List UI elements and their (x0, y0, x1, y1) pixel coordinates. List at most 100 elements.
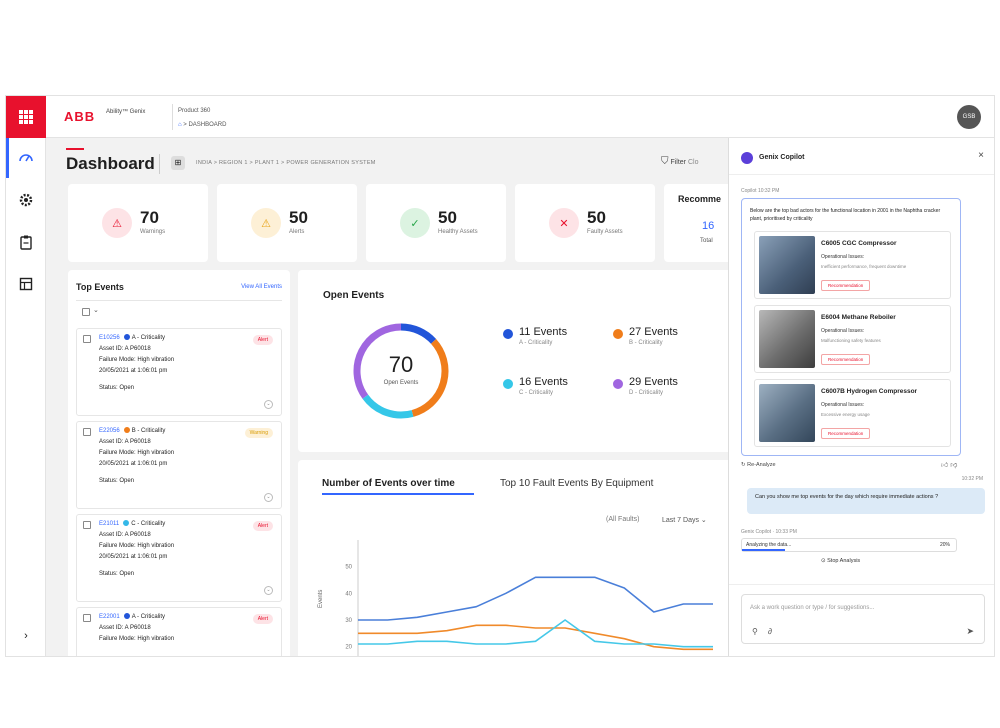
event-status: Status: Open (99, 385, 135, 391)
y-tick-label: 40 (345, 591, 352, 597)
kpi-card-recommendations[interactable]: Recomme 16 Total (664, 184, 734, 262)
event-id-link[interactable]: E21011 (99, 521, 119, 527)
sidebar-item-settings[interactable] (16, 190, 36, 210)
recommendation-card[interactable]: E6004 Methane Reboiler Operational Issue… (754, 305, 951, 373)
stop-analysis-label: Stop Analysis (827, 558, 861, 564)
recommendation-button[interactable]: Recommendation (821, 428, 871, 439)
y-tick-label: 20 (345, 645, 352, 651)
close-icon[interactable]: × (978, 150, 984, 161)
legend-dot (613, 379, 623, 389)
home-icon[interactable]: ⌂ (178, 122, 182, 128)
kpi-card-alerts[interactable]: ⚠ 50 Alerts (217, 184, 357, 262)
reanalyze-label: Re-Analyze (747, 462, 776, 468)
event-failure: Failure Mode: High vibration (99, 357, 175, 363)
donut-slice-3[interactable] (362, 394, 414, 419)
kpi-label: Warnings (140, 229, 166, 235)
kpi-card-warnings[interactable]: ⚠ 70 Warnings (68, 184, 208, 262)
kpi-card-healthy-assets[interactable]: ✓ 50 Healthy Assets (366, 184, 506, 262)
hierarchy-icon[interactable]: ⊞ (171, 156, 185, 170)
equipment-image (759, 384, 815, 442)
event-card[interactable]: E10256 A - Criticality Asset ID: A P60018… (76, 328, 282, 416)
sidebar-item-reports[interactable] (16, 274, 36, 294)
progress-label: Analyzing the data... (746, 542, 792, 548)
tab-events-over-time[interactable]: Number of Events over time (322, 478, 455, 489)
tab-top-fault-events[interactable]: Top 10 Fault Events By Equipment (500, 478, 653, 489)
app-launcher-button[interactable] (6, 96, 46, 138)
event-checkbox[interactable] (83, 335, 91, 343)
sidebar-item-tasks[interactable] (16, 232, 36, 252)
legend-label: 16 Events (519, 376, 568, 388)
event-id-link[interactable]: E22056 (99, 428, 120, 434)
breadcrumb[interactable]: INDIA > REGION 1 > PLANT 1 > POWER GENER… (196, 160, 376, 166)
chevron-right-icon: › (24, 630, 28, 642)
reanalyze-button[interactable]: ↻ Re-Analyze (741, 462, 776, 468)
chat-input-placeholder[interactable]: Ask a work question or type / for sugges… (750, 605, 874, 611)
thumbs-down-icon[interactable]: 👎︎ (950, 462, 957, 469)
expand-icon[interactable]: ⌄ (264, 493, 273, 502)
link-icon[interactable]: ∂ (768, 627, 772, 636)
sidebar-item-dashboard[interactable] (16, 148, 36, 168)
view-all-events-link[interactable]: View All Events (241, 284, 282, 290)
user-avatar[interactable]: GSB (957, 105, 981, 129)
header-crumb-path[interactable]: > DASHBOARD (183, 122, 226, 128)
event-asset: Asset ID: A P60018 (99, 346, 151, 352)
event-checkbox[interactable] (83, 614, 91, 622)
select-all-checkbox[interactable] (82, 308, 90, 316)
event-id-link[interactable]: E22001 (99, 614, 120, 620)
event-status: Status: Open (99, 478, 135, 484)
sort-icon[interactable]: ⌄ (93, 306, 99, 314)
series-line-2[interactable] (358, 624, 713, 651)
attach-icon[interactable]: ⚲ (752, 627, 758, 636)
expand-icon[interactable]: ⌄ (264, 400, 273, 409)
event-badge: Alert (252, 335, 273, 345)
legend-sublabel: D - Criticality (629, 390, 663, 396)
event-id-link[interactable]: E10256 (99, 335, 120, 341)
event-checkbox[interactable] (83, 521, 91, 529)
dashboard-gauge-icon (19, 154, 33, 162)
recommendation-button[interactable]: Recommendation (821, 280, 871, 291)
range-select[interactable]: Last 7 Days ⌄ (662, 516, 707, 524)
filter-button[interactable]: ⛉ Filter Clo (661, 156, 698, 167)
event-asset: Asset ID: A P60018 (99, 625, 151, 631)
filter-icon: ⛉ (661, 156, 669, 167)
legend-sublabel: C - Criticality (519, 390, 553, 396)
chat-input-box[interactable]: Ask a work question or type / for sugges… (741, 594, 985, 644)
kpi-label: Healthy Assets (438, 229, 478, 235)
recommendation-button[interactable]: Recommendation (821, 354, 871, 365)
sidebar-expand-button[interactable]: › (16, 626, 36, 646)
event-asset: Asset ID: A P60018 (99, 532, 151, 538)
copilot-response-card: Below are the top bad actors for the fun… (741, 198, 961, 456)
criticality-dot (123, 334, 130, 340)
top-events-panel: Top Events View All Events ⌄ E10256 A - C… (68, 270, 290, 656)
divider (76, 300, 282, 301)
event-card[interactable]: E22001 A - Criticality Asset ID: A P60018… (76, 607, 282, 656)
equipment-title: E6004 Methane Reboiler (821, 314, 896, 321)
equipment-image (759, 236, 815, 294)
analysis-meta: Genix Copilot · 10:33 PM (741, 529, 797, 535)
thumbs-up-icon[interactable]: 👍︎ (941, 462, 948, 469)
kpi-card-faulty-assets[interactable]: ✕ 50 Faulty Assets (515, 184, 655, 262)
expand-icon[interactable]: ⌄ (264, 586, 273, 595)
recommendation-card[interactable]: C6005 CGC Compressor Operational Issues:… (754, 231, 951, 299)
dashboard-header: Dashboard (66, 154, 155, 174)
clipboard-icon (20, 235, 32, 250)
legend-label: 11 Events (519, 326, 568, 338)
open-events-title: Open Events (323, 290, 385, 301)
donut-slice-1[interactable] (400, 323, 437, 344)
event-card[interactable]: E22056 B - Criticality Asset ID: A P60018… (76, 421, 282, 509)
event-checkbox[interactable] (83, 428, 91, 436)
stop-analysis-button[interactable]: ⊙ Stop Analysis (821, 558, 860, 564)
criticality-dot (123, 427, 130, 433)
faults-filter[interactable]: (All Faults) (606, 516, 639, 523)
event-card[interactable]: E21011 C - Criticality Asset ID: A P60018… (76, 514, 282, 602)
equipment-issue-label: Operational Issues: (821, 328, 865, 334)
equipment-title: C6007B Hydrogen Compressor (821, 388, 918, 395)
event-failure: Failure Mode: High vibration (99, 450, 175, 456)
send-icon[interactable]: ➤ (966, 626, 974, 637)
open-events-panel: Open Events 70 Open Events 11 Events A -… (298, 270, 738, 452)
kpi-value: 70 (140, 208, 159, 227)
filter-extra-label: Clo (687, 159, 699, 166)
recommendation-card[interactable]: C6007B Hydrogen Compressor Operational I… (754, 379, 951, 447)
header-divider (172, 104, 173, 130)
series-line-1[interactable] (358, 576, 713, 621)
